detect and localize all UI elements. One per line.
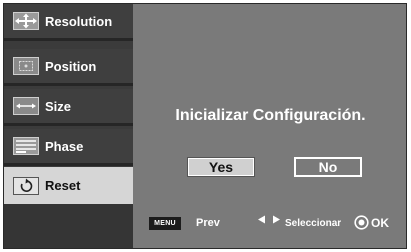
left-right-arrows-icon: [257, 215, 281, 224]
sidebar-item-label: Resolution: [45, 13, 113, 29]
phase-icon: [13, 137, 39, 155]
size-icon: [13, 97, 39, 115]
sidebar-item-reset[interactable]: Reset: [4, 167, 133, 204]
ok-label: OK: [371, 216, 389, 230]
menu-key-badge: MENU: [149, 217, 181, 230]
sidebar-item-label: Size: [45, 98, 72, 114]
sidebar-filler: [4, 204, 133, 248]
osd-menu-panel: Resolution Position Size Phase Reset Ini…: [3, 3, 407, 249]
position-icon: [13, 57, 39, 75]
sidebar-item-label: Phase: [45, 138, 84, 154]
yes-button[interactable]: Yes: [187, 157, 255, 177]
select-label: Seleccionar: [285, 218, 342, 229]
ok-button-icon: [354, 215, 369, 230]
reset-icon: [13, 176, 39, 195]
footer-help-bar: MENU Prev Seleccionar OK: [133, 212, 406, 236]
sidebar-item-resolution[interactable]: Resolution: [4, 4, 133, 41]
sidebar-menu: Resolution Position Size Phase Reset: [4, 4, 133, 248]
dialog-message: Inicializar Configuración.: [175, 107, 366, 124]
sidebar-item-label: Position: [45, 58, 97, 74]
no-button[interactable]: No: [294, 157, 362, 177]
sidebar-item-label: Reset: [45, 178, 81, 193]
sidebar-item-phase[interactable]: Phase: [4, 129, 133, 166]
resolution-icon: [13, 12, 39, 30]
sidebar-item-position[interactable]: Position: [4, 49, 133, 86]
prev-label: Prev: [196, 217, 220, 229]
sidebar-item-size[interactable]: Size: [4, 89, 133, 126]
